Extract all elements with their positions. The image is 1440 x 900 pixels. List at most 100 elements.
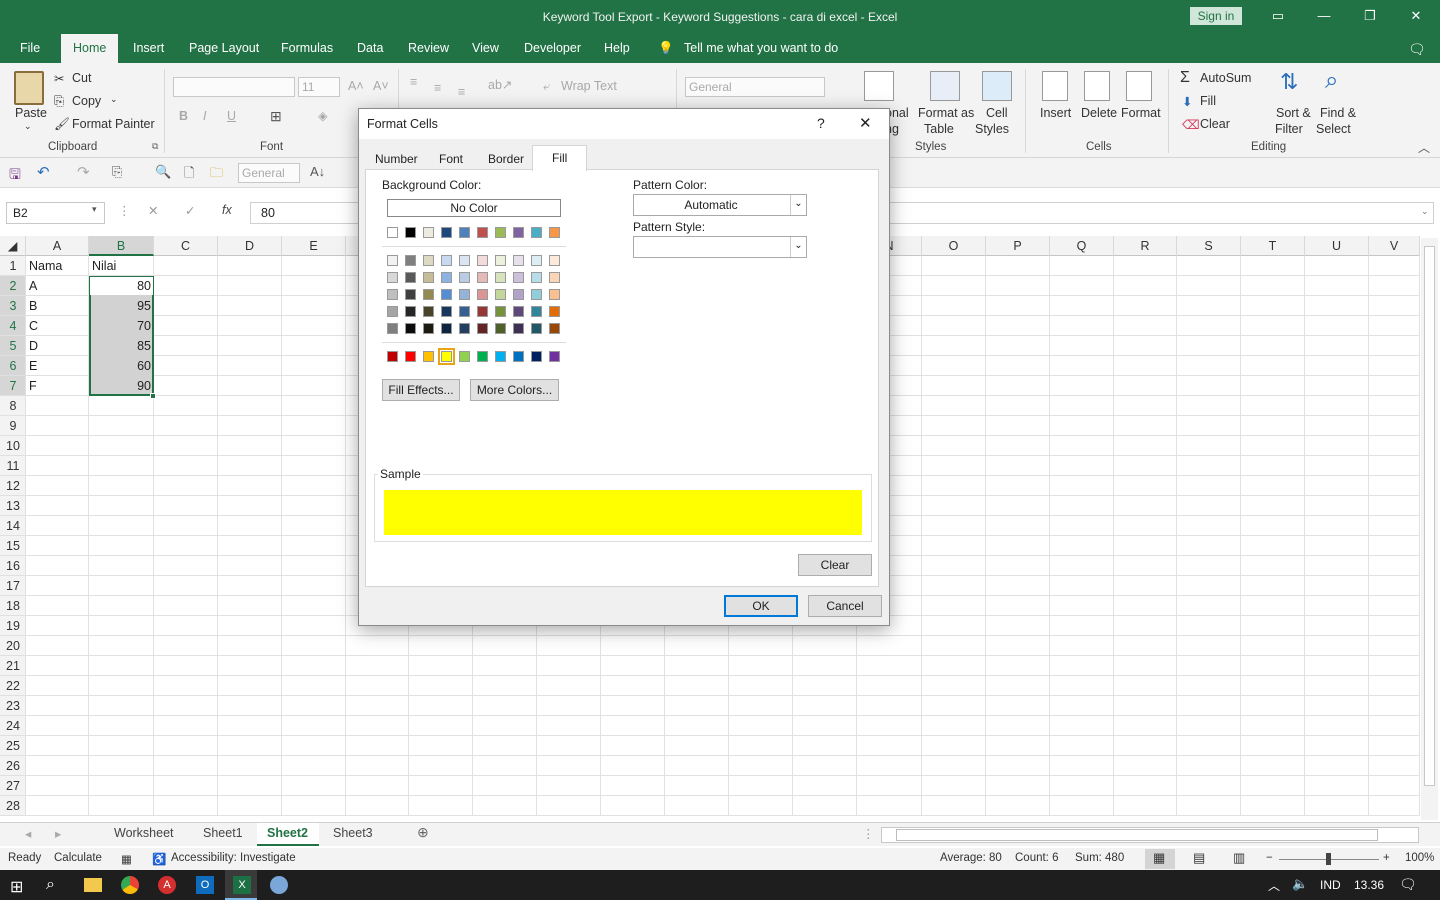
theme-color-swatch[interactable] [513, 227, 524, 238]
app-icon[interactable]: A [158, 876, 176, 894]
theme-shade-swatch[interactable] [513, 323, 524, 334]
font-size-box[interactable]: 11 [298, 77, 340, 97]
print-preview-icon[interactable]: 🔍 [155, 164, 171, 180]
theme-shade-swatch[interactable] [423, 272, 434, 283]
delete-cells-icon[interactable] [1084, 71, 1110, 101]
theme-shade-swatch[interactable] [477, 323, 488, 334]
cell-a4[interactable]: C [26, 316, 89, 336]
sheet-tab-sheet3[interactable]: Sheet3 [333, 826, 373, 840]
macro-record-icon[interactable]: ▦ [121, 852, 132, 866]
pattern-color-chevron-icon[interactable]: ⌄ [790, 195, 806, 215]
theme-shade-swatch[interactable] [495, 306, 506, 317]
format-cells-button[interactable]: Format [1121, 106, 1161, 120]
paste-button[interactable]: Paste [15, 106, 47, 120]
theme-shade-swatch[interactable] [405, 306, 416, 317]
outlook-icon[interactable]: O [196, 876, 214, 894]
column-header-c[interactable]: C [154, 236, 218, 256]
row-header-24[interactable]: 24 [0, 716, 26, 736]
standard-color-swatch[interactable] [387, 351, 398, 362]
cell-b7[interactable]: 90 [89, 376, 154, 396]
row-header-2[interactable]: 2 [0, 276, 26, 296]
theme-shade-swatch[interactable] [459, 306, 470, 317]
row-header-27[interactable]: 27 [0, 776, 26, 796]
row-header-10[interactable]: 10 [0, 436, 26, 456]
theme-shade-swatch[interactable] [441, 306, 452, 317]
align-middle-icon[interactable]: ≡ [434, 81, 441, 95]
cell-b1[interactable]: Nilai [89, 256, 154, 276]
scroll-right-icon[interactable]: ▸ [55, 826, 61, 841]
standard-color-swatch[interactable] [495, 351, 506, 362]
borders-icon[interactable]: ⊞ [270, 108, 282, 125]
standard-color-swatch[interactable] [549, 351, 560, 362]
tab-splitter-icon[interactable]: ⋮ [862, 826, 875, 841]
no-color-button[interactable]: No Color [387, 199, 561, 217]
cell-a5[interactable]: D [26, 336, 89, 356]
theme-shade-swatch[interactable] [423, 289, 434, 300]
row-header-21[interactable]: 21 [0, 656, 26, 676]
theme-shade-swatch[interactable] [477, 289, 488, 300]
pattern-color-select[interactable]: Automatic [633, 194, 807, 216]
vertical-scrollbar[interactable] [1421, 238, 1438, 820]
cut-button[interactable]: Cut [72, 71, 91, 85]
sheet-tab-sheet2[interactable]: Sheet2 [267, 826, 308, 840]
format-as-table-label-2[interactable]: Table [924, 122, 954, 136]
theme-shade-swatch[interactable] [459, 289, 470, 300]
cell-a6[interactable]: E [26, 356, 89, 376]
row-header-18[interactable]: 18 [0, 596, 26, 616]
fill-effects-button[interactable]: Fill Effects... [382, 379, 460, 401]
row-header-8[interactable]: 8 [0, 396, 26, 416]
chrome-icon[interactable] [121, 876, 139, 894]
standard-color-swatch[interactable] [513, 351, 524, 362]
sort-filter-label[interactable]: Sort & [1276, 106, 1311, 120]
theme-shade-swatch[interactable] [405, 323, 416, 334]
insert-cells-button[interactable]: Insert [1040, 106, 1071, 120]
theme-shade-swatch[interactable] [477, 272, 488, 283]
format-cells-icon[interactable] [1126, 71, 1152, 101]
cell-b4[interactable]: 70 [89, 316, 154, 336]
find-select-label[interactable]: Find & [1320, 106, 1356, 120]
orientation-icon[interactable]: ab↗ [488, 77, 512, 92]
delete-cells-button[interactable]: Delete [1081, 106, 1117, 120]
paste-icon[interactable] [14, 71, 44, 105]
theme-color-swatch[interactable] [459, 227, 470, 238]
select-all-corner[interactable]: ◢ [0, 236, 26, 256]
column-header-e[interactable]: E [282, 236, 346, 256]
theme-shade-swatch[interactable] [459, 255, 470, 266]
row-header-5[interactable]: 5 [0, 336, 26, 356]
dialog-close-icon[interactable]: ✕ [859, 114, 872, 132]
save-icon[interactable]: 🖫 [9, 164, 21, 188]
format-as-table-icon[interactable] [930, 71, 960, 101]
increase-font-icon[interactable]: A˄ [348, 79, 364, 93]
theme-color-swatch[interactable] [477, 227, 488, 238]
zoom-out-icon[interactable]: − [1266, 852, 1273, 864]
row-header-4[interactable]: 4 [0, 316, 26, 336]
theme-shade-swatch[interactable] [495, 272, 506, 283]
page-layout-view-icon[interactable]: ▤ [1193, 850, 1205, 866]
theme-shade-swatch[interactable] [513, 255, 524, 266]
wrap-text-button[interactable]: Wrap Text [561, 79, 617, 93]
column-header-r[interactable]: R [1114, 236, 1177, 256]
theme-shade-swatch[interactable] [441, 255, 452, 266]
theme-shade-swatch[interactable] [513, 289, 524, 300]
theme-shade-swatch[interactable] [387, 289, 398, 300]
autosum-button[interactable]: AutoSum [1200, 71, 1251, 85]
theme-shade-swatch[interactable] [513, 272, 524, 283]
standard-color-swatch[interactable] [477, 351, 488, 362]
theme-shade-swatch[interactable] [549, 255, 560, 266]
row-header-6[interactable]: 6 [0, 356, 26, 376]
cell-b2[interactable]: 80 [89, 276, 154, 296]
theme-shade-swatch[interactable] [441, 272, 452, 283]
column-header-q[interactable]: Q [1050, 236, 1114, 256]
theme-shade-swatch[interactable] [495, 289, 506, 300]
add-sheet-icon[interactable]: ⊕ [417, 824, 429, 841]
theme-shade-swatch[interactable] [387, 323, 398, 334]
theme-shade-swatch[interactable] [423, 255, 434, 266]
normal-view-icon[interactable]: ▦ [1153, 850, 1165, 866]
more-colors-button[interactable]: More Colors... [470, 379, 559, 401]
theme-color-swatch[interactable] [423, 227, 434, 238]
tab-file[interactable]: File [20, 41, 40, 55]
row-header-22[interactable]: 22 [0, 676, 26, 696]
sign-in-button[interactable]: Sign in [1190, 7, 1242, 25]
clipboard-launcher-icon[interactable]: ⧉ [152, 141, 158, 152]
standard-color-swatch[interactable] [531, 351, 542, 362]
